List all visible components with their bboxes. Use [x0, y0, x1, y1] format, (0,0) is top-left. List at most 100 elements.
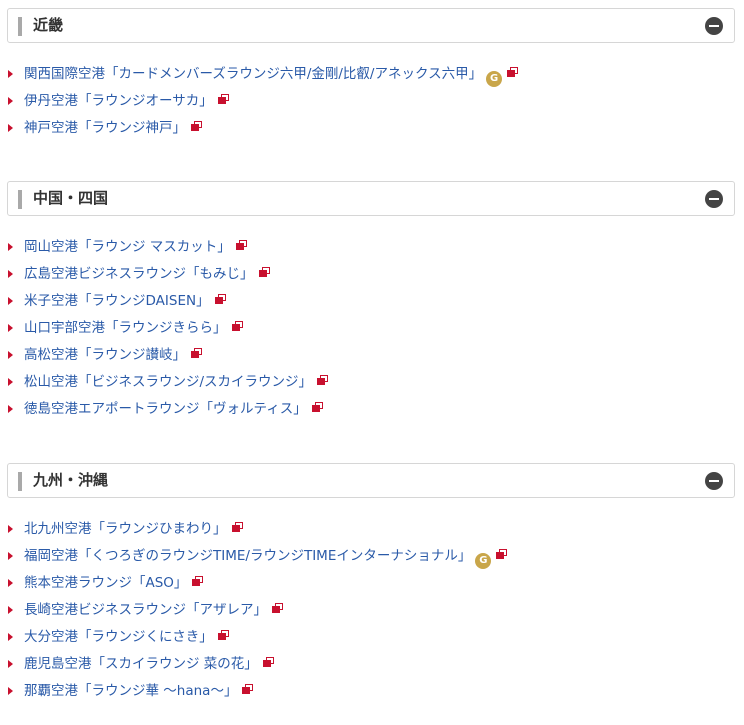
external-link-icon	[214, 294, 226, 304]
bullet-triangle-icon	[8, 405, 13, 413]
link-label: 高松空港「ラウンジ讃岐」	[24, 347, 186, 363]
list-item: 長崎空港ビジネスラウンジ「アザレア」	[0, 600, 744, 627]
list-item: 関西国際空港「カードメンバーズラウンジ六甲/金剛/比叡/アネックス六甲」 G	[0, 64, 744, 91]
link-label: 山口宇部空港「ラウンジきらら」	[24, 320, 227, 336]
lounge-link[interactable]: 福岡空港「くつろぎのラウンジTIME/ラウンジTIMEインターナショナル」 G	[24, 546, 508, 569]
lounge-link[interactable]: 山口宇部空港「ラウンジきらら」	[24, 318, 243, 338]
lounge-list: 岡山空港「ラウンジ マスカット」 広島空港ビジネスラウンジ「もみじ」 米子空港「…	[0, 237, 744, 426]
section-title: 九州・沖縄	[33, 471, 109, 489]
list-item: 大分空港「ラウンジくにさき」	[0, 627, 744, 654]
link-label: 長崎空港ビジネスラウンジ「アザレア」	[24, 602, 267, 618]
list-item: 福岡空港「くつろぎのラウンジTIME/ラウンジTIMEインターナショナル」 G	[0, 546, 744, 573]
collapse-minus-icon[interactable]	[705, 472, 723, 490]
bullet-triangle-icon	[8, 633, 13, 641]
external-link-icon	[242, 684, 254, 694]
section-header[interactable]: 近畿	[7, 8, 735, 43]
bullet-triangle-icon	[8, 324, 13, 332]
external-link-icon	[191, 121, 202, 131]
external-link-icon	[217, 94, 229, 104]
lounge-link[interactable]: 関西国際空港「カードメンバーズラウンジ六甲/金剛/比叡/アネックス六甲」 G	[24, 64, 519, 87]
bullet-triangle-icon	[8, 70, 13, 78]
link-label: 岡山空港「ラウンジ マスカット」	[24, 239, 231, 255]
external-link-icon	[231, 321, 243, 331]
lounge-link[interactable]: 長崎空港ビジネスラウンジ「アザレア」	[24, 600, 283, 620]
header-accent-bar	[18, 17, 22, 36]
list-item: 岡山空港「ラウンジ マスカット」	[0, 237, 744, 264]
section-header[interactable]: 九州・沖縄	[7, 463, 735, 498]
link-label: 米子空港「ラウンジDAISEN」	[24, 293, 210, 309]
gold-card-badge: G	[475, 553, 492, 569]
bullet-triangle-icon	[8, 297, 13, 305]
external-link-icon	[311, 402, 323, 412]
collapse-minus-icon[interactable]	[705, 17, 723, 35]
lounge-link[interactable]: 高松空港「ラウンジ讃岐」	[24, 345, 202, 365]
link-label: 徳島空港エアポートラウンジ「ヴォルティス」	[24, 401, 307, 417]
gold-card-badge: G	[486, 71, 503, 87]
section-title: 近畿	[33, 16, 64, 34]
list-item: 伊丹空港「ラウンジオーサカ」	[0, 91, 744, 118]
list-item: 山口宇部空港「ラウンジきらら」	[0, 318, 744, 345]
link-label: 熊本空港ラウンジ「ASO」	[24, 575, 188, 591]
collapse-minus-icon[interactable]	[705, 190, 723, 208]
lounge-link[interactable]: 熊本空港ラウンジ「ASO」	[24, 573, 204, 593]
list-item: 広島空港ビジネスラウンジ「もみじ」	[0, 264, 744, 291]
external-link-icon	[192, 576, 204, 586]
external-link-icon	[217, 630, 229, 640]
lounge-link[interactable]: 松山空港「ビジネスラウンジ/スカイラウンジ」	[24, 372, 329, 392]
lounge-link[interactable]: 米子空港「ラウンジDAISEN」	[24, 291, 226, 311]
link-label: 鹿児島空港「スカイラウンジ 菜の花」	[24, 656, 258, 672]
link-label: 広島空港ビジネスラウンジ「もみじ」	[24, 266, 254, 282]
section-title: 中国・四国	[33, 189, 109, 207]
header-accent-bar	[18, 190, 22, 209]
lounge-link[interactable]: 伊丹空港「ラウンジオーサカ」	[24, 91, 229, 111]
header-accent-bar	[18, 472, 22, 491]
list-item: 熊本空港ラウンジ「ASO」	[0, 573, 744, 600]
bullet-triangle-icon	[8, 378, 13, 386]
lounge-list: 関西国際空港「カードメンバーズラウンジ六甲/金剛/比叡/アネックス六甲」 G 伊丹…	[0, 64, 744, 145]
bullet-triangle-icon	[8, 525, 13, 533]
lounge-link[interactable]: 北九州空港「ラウンジひまわり」	[24, 519, 243, 539]
lounge-link[interactable]: 岡山空港「ラウンジ マスカット」	[24, 237, 247, 257]
external-link-icon	[231, 522, 243, 532]
link-label: 関西国際空港「カードメンバーズラウンジ六甲/金剛/比叡/アネックス六甲」	[24, 66, 483, 82]
list-item: 那覇空港「ラウンジ華 ～hana～」	[0, 681, 744, 708]
external-link-icon	[235, 240, 247, 250]
bullet-triangle-icon	[8, 124, 13, 132]
bullet-triangle-icon	[8, 243, 13, 251]
lounge-link[interactable]: 神戸空港「ラウンジ神戸」	[24, 118, 202, 138]
link-label: 福岡空港「くつろぎのラウンジTIME/ラウンジTIMEインターナショナル」	[24, 548, 472, 564]
list-item: 米子空港「ラウンジDAISEN」	[0, 291, 744, 318]
external-link-icon	[258, 267, 270, 277]
link-label: 北九州空港「ラウンジひまわり」	[24, 521, 227, 537]
list-item: 鹿児島空港「スカイラウンジ 菜の花」	[0, 654, 744, 681]
link-label: 大分空港「ラウンジくにさき」	[24, 629, 213, 645]
bullet-triangle-icon	[8, 687, 13, 695]
external-link-icon	[507, 67, 519, 77]
section-header[interactable]: 中国・四国	[7, 181, 735, 216]
bullet-triangle-icon	[8, 660, 13, 668]
list-item: 高松空港「ラウンジ讃岐」	[0, 345, 744, 372]
link-label: 神戸空港「ラウンジ神戸」	[24, 120, 186, 136]
external-link-icon	[496, 549, 508, 559]
bullet-triangle-icon	[8, 579, 13, 587]
lounge-list: 北九州空港「ラウンジひまわり」 福岡空港「くつろぎのラウンジTIME/ラウンジT…	[0, 519, 744, 708]
link-label: 那覇空港「ラウンジ華 ～hana～」	[24, 683, 238, 699]
link-label: 松山空港「ビジネスラウンジ/スカイラウンジ」	[24, 374, 313, 390]
bullet-triangle-icon	[8, 552, 13, 560]
bullet-triangle-icon	[8, 270, 13, 278]
list-item: 神戸空港「ラウンジ神戸」	[0, 118, 744, 145]
list-item: 松山空港「ビジネスラウンジ/スカイラウンジ」	[0, 372, 744, 399]
link-label: 伊丹空港「ラウンジオーサカ」	[24, 93, 213, 109]
external-link-icon	[317, 375, 329, 385]
lounge-link[interactable]: 那覇空港「ラウンジ華 ～hana～」	[24, 681, 254, 701]
lounge-link[interactable]: 大分空港「ラウンジくにさき」	[24, 627, 229, 647]
lounge-link[interactable]: 広島空港ビジネスラウンジ「もみじ」	[24, 264, 270, 284]
external-link-icon	[272, 603, 283, 613]
external-link-icon	[262, 657, 274, 667]
lounge-link[interactable]: 鹿児島空港「スカイラウンジ 菜の花」	[24, 654, 274, 674]
bullet-triangle-icon	[8, 351, 13, 359]
lounge-link[interactable]: 徳島空港エアポートラウンジ「ヴォルティス」	[24, 399, 323, 419]
external-link-icon	[191, 348, 202, 358]
list-item: 北九州空港「ラウンジひまわり」	[0, 519, 744, 546]
bullet-triangle-icon	[8, 97, 13, 105]
